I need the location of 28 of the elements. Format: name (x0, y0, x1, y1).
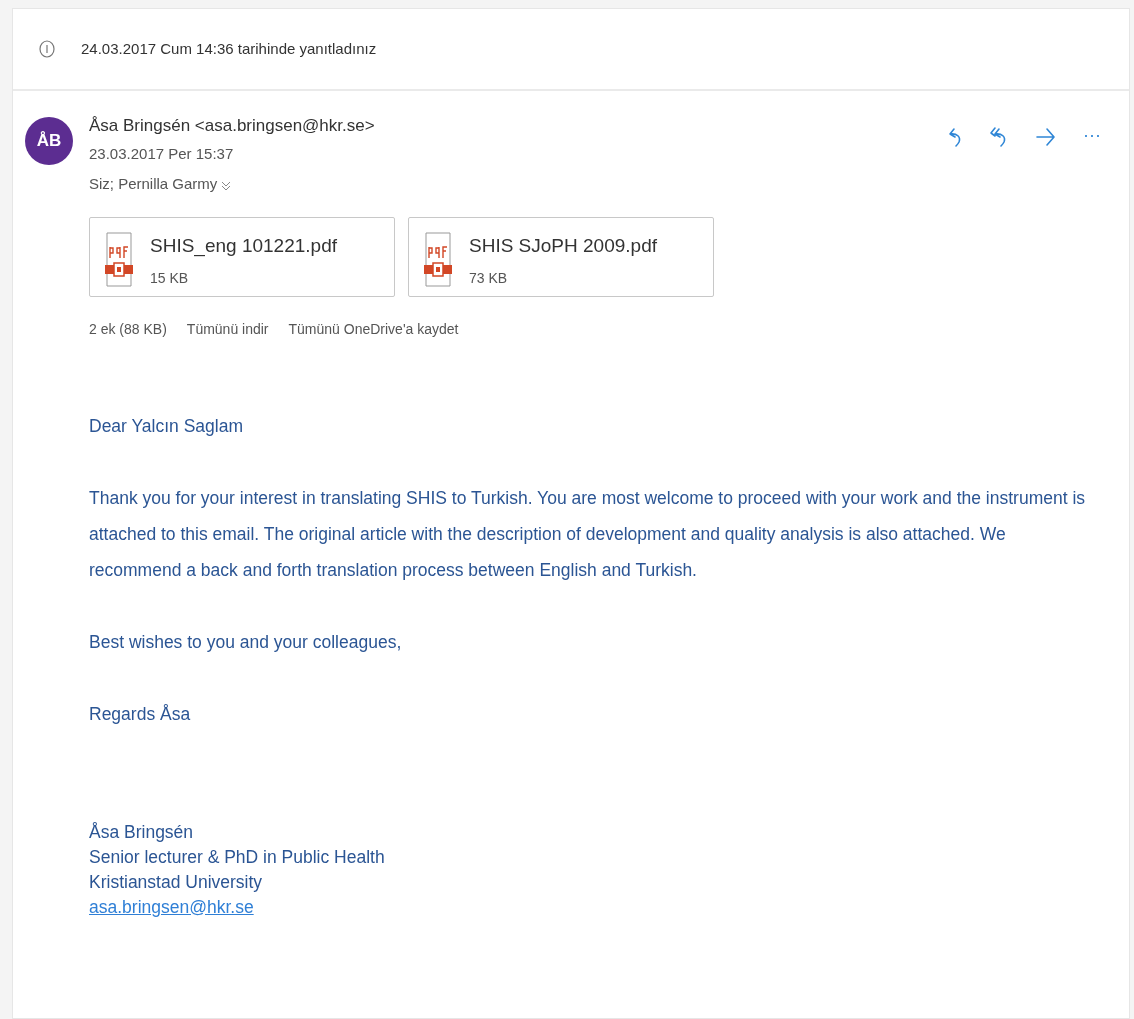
body-paragraph: Thank you for your interest in translating SHIS to Turkish. You are most welcome to proceed with your work and the instrument is attached to this email. The original article with the description of development and quality analysis is also attached. We recommend a back and forth translation process between English and Turkish. (89, 486, 1087, 582)
notice-text: 24.03.2017 Cum 14:36 tarihinde yanıtladınız (81, 38, 377, 59)
signature-line: Senior lecturer & PhD in Public Health (89, 845, 386, 869)
more-button[interactable]: ··· (1083, 126, 1101, 144)
signature-line: Åsa Bringsén (89, 820, 195, 844)
file-size: 73 KB (469, 269, 509, 288)
text-link[interactable]: Tümünü indir (186, 318, 269, 340)
attachment-card[interactable]: SHIS_eng 101221.pdf 15 KB (89, 216, 395, 297)
pdf-file-icon (104, 231, 134, 288)
file-size: 15 KB (150, 269, 190, 288)
pdf-file-icon (423, 231, 453, 288)
signature-line: Kristianstad University (89, 870, 264, 894)
body-paragraph: Best wishes to you and your colleagues, (89, 630, 403, 654)
attachment-name: SHIS_eng 101221.pdf (150, 233, 337, 259)
avatar: ÅB (25, 117, 73, 165)
attachment-card[interactable]: SHIS SJoPH 2009.pdf 73 KB (408, 216, 714, 297)
attachment-summary: 2 ek (88 KB) (89, 319, 167, 339)
attachment-name: SHIS SJoPH 2009.pdf (469, 233, 657, 258)
sender-name: Åsa Bringsén <asa.bringsen@hkr.se> (89, 115, 376, 137)
forward-arrow-icon[interactable] (1035, 125, 1057, 149)
message-date: 23.03.2017 Per 15:37 (89, 143, 235, 164)
reply-icon[interactable] (947, 125, 963, 149)
email-link[interactable]: asa.bringsen@hkr.se (89, 896, 254, 917)
info-icon (39, 40, 55, 58)
text-link[interactable]: Tümünü OneDrive'a kaydet (288, 318, 459, 340)
recipients: Siz; Pernilla Garmy (89, 174, 218, 194)
body-paragraph: Regards Åsa (89, 702, 192, 726)
body-paragraph: Dear Yalcın Saglam (89, 414, 244, 438)
